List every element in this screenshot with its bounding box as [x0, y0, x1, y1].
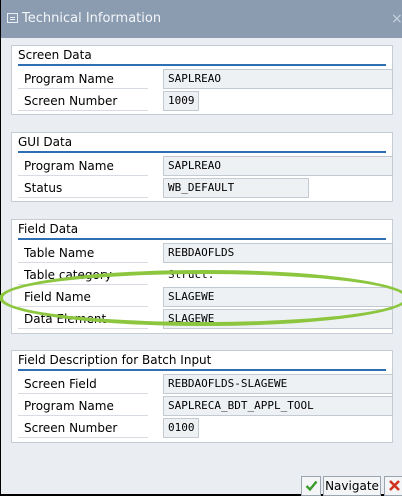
group-batch-input: Field Description for Batch Input Screen… [11, 350, 393, 443]
row-screen-number: Screen Number 0100 [18, 417, 386, 439]
cancel-button[interactable] [384, 476, 402, 496]
footer-toolbar: Navigate [1, 472, 402, 496]
section-divider [18, 238, 386, 240]
label-program-name: Program Name [24, 399, 114, 413]
value-program-name[interactable]: SAPLRECA_BDT_APPL_TOOL [163, 396, 393, 416]
window-icon [7, 13, 18, 23]
continue-button[interactable] [301, 476, 321, 496]
group-title: Field Description for Batch Input [18, 353, 212, 367]
label-screen-field: Screen Field [24, 377, 97, 391]
row-table-name: Table Name REBDAOFLDS [18, 242, 393, 264]
row-field-name: Field Name SLAGEWE [18, 286, 393, 308]
checkmark-icon [305, 480, 318, 492]
row-data-element: Data Element SLAGEWE [18, 308, 393, 330]
label-screen-number: Screen Number [24, 94, 118, 108]
group-title: Screen Data [18, 48, 92, 62]
close-icon[interactable]: × [391, 0, 402, 38]
section-divider [18, 151, 386, 153]
value-status[interactable]: WB_DEFAULT [163, 178, 309, 198]
row-table-category: Table category Struct. [18, 264, 386, 286]
value-screen-number[interactable]: 1009 [163, 91, 199, 111]
label-table-category: Table category [24, 268, 112, 282]
row-status: Status WB_DEFAULT [18, 177, 386, 199]
value-program-name[interactable]: SAPLREAO [163, 156, 393, 176]
group-screen-data: Screen Data Program Name SAPLREAO Screen… [11, 45, 393, 115]
value-program-name[interactable]: SAPLREAO [163, 69, 393, 89]
group-title: GUI Data [18, 135, 73, 149]
title-bar[interactable]: Technical Information × [1, 0, 402, 38]
value-screen-number[interactable]: 0100 [163, 418, 199, 438]
row-screen-number: Screen Number 1009 [18, 90, 386, 112]
section-divider [18, 64, 386, 66]
cancel-icon [389, 480, 400, 491]
value-field-name[interactable]: SLAGEWE [163, 287, 393, 307]
label-data-element: Data Element [24, 312, 107, 326]
value-screen-field[interactable]: REBDAOFLDS-SLAGEWE [163, 374, 393, 394]
value-table-name[interactable]: REBDAOFLDS [163, 243, 393, 263]
label-status: Status [24, 181, 63, 195]
label-field-name: Field Name [24, 290, 91, 304]
group-title: Field Data [18, 222, 79, 236]
label-program-name: Program Name [24, 72, 114, 86]
label-table-name: Table Name [24, 246, 95, 260]
label-program-name: Program Name [24, 159, 114, 173]
section-divider [18, 369, 386, 371]
group-field-data: Field Data Table Name REBDAOFLDS Table c… [11, 219, 393, 334]
row-screen-field: Screen Field REBDAOFLDS-SLAGEWE [18, 373, 393, 395]
navigate-button[interactable]: Navigate [323, 476, 381, 496]
window-title: Technical Information [22, 11, 162, 26]
group-gui-data: GUI Data Program Name SAPLREAO Status WB… [11, 132, 393, 202]
label-screen-number: Screen Number [24, 421, 118, 435]
technical-information-dialog: Technical Information × Screen Data Prog… [0, 0, 402, 496]
row-program-name: Program Name SAPLREAO [18, 155, 393, 177]
row-program-name: Program Name SAPLREAO [18, 68, 393, 90]
row-program-name: Program Name SAPLRECA_BDT_APPL_TOOL [18, 395, 393, 417]
value-data-element[interactable]: SLAGEWE [163, 309, 393, 329]
value-table-category: Struct. [168, 268, 215, 281]
